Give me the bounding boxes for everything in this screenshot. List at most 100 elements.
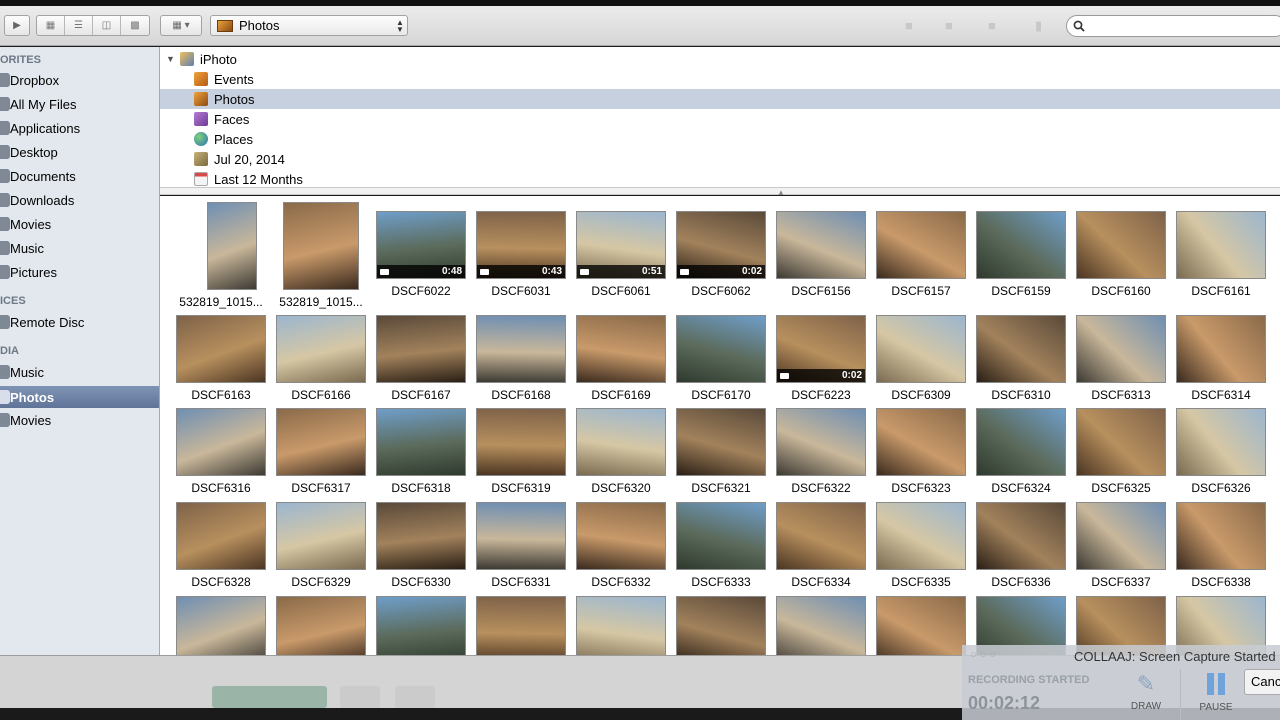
- sidebar-item-movies[interactable]: Movies: [0, 213, 159, 235]
- photo-thumbnail[interactable]: [476, 408, 566, 476]
- photo-thumbnail[interactable]: [1076, 502, 1166, 570]
- sidebar-item-media-movies[interactable]: Movies: [0, 409, 159, 431]
- tree-item-events[interactable]: Events: [160, 69, 1280, 89]
- sidebar-item-downloads[interactable]: Downloads: [0, 189, 159, 211]
- photo-thumbnail[interactable]: [1076, 315, 1166, 383]
- photo-thumbnail[interactable]: [576, 502, 666, 570]
- sidebar-item-music[interactable]: Music: [0, 237, 159, 259]
- photo-thumbnail[interactable]: [376, 596, 466, 655]
- photo-thumbnail[interactable]: [276, 502, 366, 570]
- disclosure-triangle-icon[interactable]: ▼: [166, 54, 175, 64]
- icon-view-icon[interactable]: ▦: [37, 16, 65, 35]
- photo-thumbnail[interactable]: [476, 502, 566, 570]
- grid-icon: ▦ ▾: [172, 20, 190, 31]
- photo-name: DSCF6336: [991, 575, 1051, 589]
- photo-thumbnail[interactable]: [1076, 408, 1166, 476]
- photo-thumbnail[interactable]: [376, 502, 466, 570]
- draw-button[interactable]: ✎ DRAW: [1120, 671, 1172, 712]
- photo-thumbnail[interactable]: [276, 408, 366, 476]
- photo-thumbnail[interactable]: [176, 596, 266, 655]
- photo-thumbnail[interactable]: [776, 408, 866, 476]
- sidebar-item-documents[interactable]: Documents: [0, 165, 159, 187]
- video-thumbnail[interactable]: 0:02: [776, 315, 866, 383]
- video-thumbnail[interactable]: 0:48: [376, 211, 466, 279]
- sidebar-item-media-music[interactable]: Music: [0, 361, 159, 383]
- coverflow-view-icon[interactable]: ▩: [121, 16, 149, 35]
- photo-thumbnail[interactable]: [776, 502, 866, 570]
- sidebar-item-all-my-files[interactable]: All My Files: [0, 93, 159, 115]
- photo-thumbnail[interactable]: [676, 408, 766, 476]
- sidebar-item-media-photos[interactable]: Photos: [0, 386, 159, 408]
- sidebar-item-applications[interactable]: Applications: [0, 117, 159, 139]
- video-duration: 0:02: [741, 266, 762, 277]
- photo-thumbnail[interactable]: [376, 315, 466, 383]
- sidebar: ORITES Dropbox All My Files Applications…: [0, 47, 160, 655]
- photo-thumbnail[interactable]: [976, 211, 1066, 279]
- photo-thumbnail[interactable]: [1176, 315, 1266, 383]
- photo-thumbnail[interactable]: [476, 315, 566, 383]
- photo-thumbnail[interactable]: [276, 315, 366, 383]
- video-thumbnail[interactable]: 0:51: [576, 211, 666, 279]
- photo-thumbnail[interactable]: [176, 408, 266, 476]
- tree-item-iphoto[interactable]: ▼ iPhoto: [160, 49, 1280, 69]
- photo-thumbnail[interactable]: [476, 596, 566, 655]
- photo-thumbnail[interactable]: [676, 315, 766, 383]
- search-field[interactable]: [1066, 15, 1280, 37]
- source-popup[interactable]: Photos ▲ ▼: [210, 15, 408, 36]
- photo-thumbnail[interactable]: [876, 596, 966, 655]
- photo-thumbnail[interactable]: [676, 502, 766, 570]
- photo-thumbnail[interactable]: [1076, 211, 1166, 279]
- play-forward-icon: ▶: [13, 20, 21, 31]
- photo-thumbnail[interactable]: [576, 315, 666, 383]
- faded-toolbar-icon: ■: [988, 18, 996, 33]
- photo-thumbnail[interactable]: [276, 596, 366, 655]
- photo-thumbnail[interactable]: [776, 211, 866, 279]
- photo-thumbnail[interactable]: [876, 502, 966, 570]
- photo-thumbnail[interactable]: [1176, 408, 1266, 476]
- sidebar-item-label: Movies: [10, 216, 52, 232]
- list-view-icon[interactable]: ☰: [65, 16, 93, 35]
- photo-thumbnail[interactable]: [1176, 211, 1266, 279]
- photo-thumbnail[interactable]: [976, 502, 1066, 570]
- photo-thumbnail[interactable]: [876, 408, 966, 476]
- photo-thumbnail[interactable]: [176, 502, 266, 570]
- tree-item-last-12-months[interactable]: Last 12 Months: [160, 169, 1280, 189]
- photo-thumbnail[interactable]: [976, 315, 1066, 383]
- photo-thumbnail[interactable]: [976, 408, 1066, 476]
- photo-thumbnail[interactable]: [876, 211, 966, 279]
- photo-thumbnail[interactable]: [376, 408, 466, 476]
- pane-splitter[interactable]: ▲: [160, 187, 1280, 197]
- tree-item-photos[interactable]: Photos: [160, 89, 1280, 109]
- sidebar-item-desktop[interactable]: Desktop: [0, 141, 159, 163]
- photo-thumbnail[interactable]: [676, 596, 766, 655]
- photo-thumbnail[interactable]: [576, 408, 666, 476]
- documents-icon: [0, 169, 10, 183]
- photo-thumbnail[interactable]: [207, 202, 257, 290]
- pause-button[interactable]: PAUSE: [1188, 673, 1244, 713]
- music-icon: [0, 365, 10, 379]
- sidebar-item-dropbox[interactable]: Dropbox: [0, 69, 159, 91]
- sidebar-item-pictures[interactable]: Pictures: [0, 261, 159, 283]
- sidebar-item-label: Documents: [10, 168, 76, 184]
- sidebar-item-remote-disc[interactable]: Remote Disc: [0, 311, 159, 333]
- photo-thumbnail[interactable]: [776, 596, 866, 655]
- video-thumbnail[interactable]: 0:02: [676, 211, 766, 279]
- faded-toolbar-icon: ▮: [1035, 18, 1043, 33]
- video-thumbnail[interactable]: 0:43: [476, 211, 566, 279]
- view-mode-segmented-control[interactable]: ▦ ☰ ◫ ▩: [36, 15, 150, 36]
- iphoto-source-tree: ▼ iPhoto Events Photos Faces Places Jul …: [160, 47, 1280, 187]
- video-duration-bar: 0:43: [477, 265, 565, 278]
- cancel-button[interactable]: Cancel: [1244, 669, 1280, 695]
- forward-button[interactable]: ▶: [4, 15, 30, 36]
- photo-thumbnail[interactable]: [876, 315, 966, 383]
- tree-item-faces[interactable]: Faces: [160, 109, 1280, 129]
- tree-item-jul-20-2014[interactable]: Jul 20, 2014: [160, 149, 1280, 169]
- photo-thumbnail[interactable]: [1176, 502, 1266, 570]
- tree-item-places[interactable]: Places: [160, 129, 1280, 149]
- photo-thumbnail[interactable]: [576, 596, 666, 655]
- video-duration-bar: 0:02: [677, 265, 765, 278]
- photo-thumbnail[interactable]: [283, 202, 359, 290]
- photo-thumbnail[interactable]: [176, 315, 266, 383]
- column-view-icon[interactable]: ◫: [93, 16, 121, 35]
- arrange-button[interactable]: ▦ ▾: [160, 15, 202, 36]
